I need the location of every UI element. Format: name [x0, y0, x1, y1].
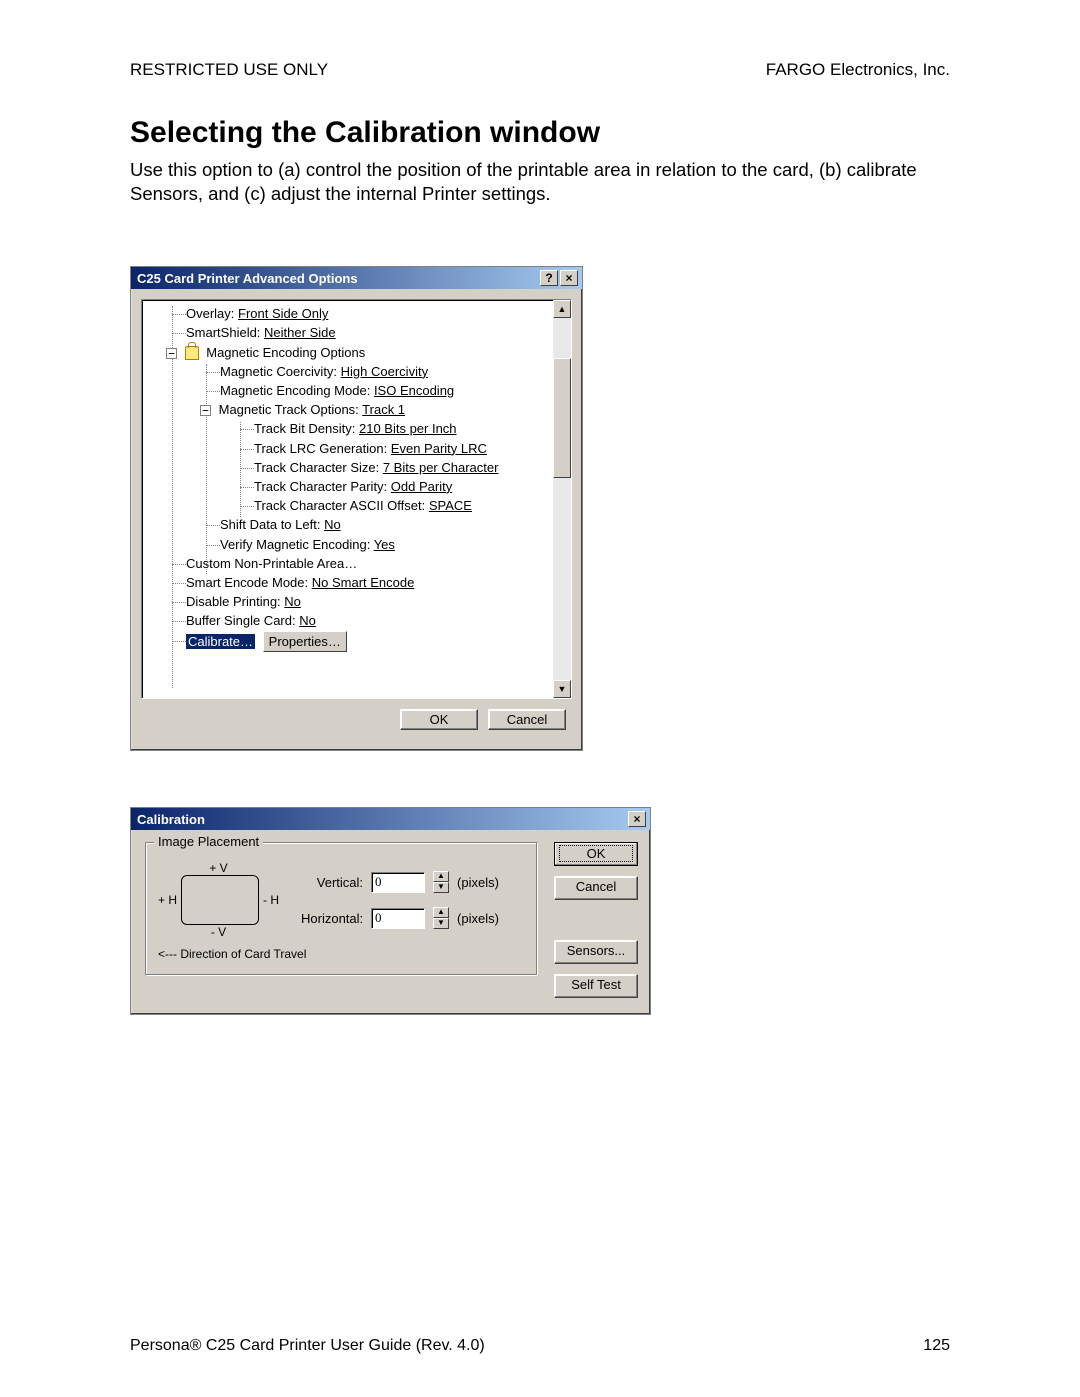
tree-item-smart-encode[interactable]: Smart Encode Mode: No Smart Encode — [142, 573, 553, 592]
horizontal-input[interactable]: 0 — [371, 908, 425, 929]
tree-item-track-options[interactable]: − Magnetic Track Options: Track 1 — [142, 400, 553, 419]
tree-scrollbar[interactable]: ▲ ▼ — [553, 300, 571, 698]
image-placement-group: Image Placement + V + H - H - V Vertic — [145, 842, 538, 976]
tree-item-char-size[interactable]: Track Character Size: 7 Bits per Charact… — [142, 458, 553, 477]
page-title: Selecting the Calibration window — [130, 116, 950, 150]
calibrate-selected[interactable]: Calibrate… — [186, 634, 255, 649]
spin-up-icon[interactable]: ▲ — [433, 871, 449, 882]
label-minus-h: - H — [263, 893, 279, 907]
scroll-down-icon[interactable]: ▼ — [553, 680, 571, 698]
label-horizontal: Horizontal: — [301, 911, 363, 926]
tree-item-magnetic-encoding[interactable]: − Magnetic Encoding Options — [142, 343, 553, 362]
tree-item-calibrate[interactable]: Calibrate… Properties… — [142, 631, 553, 652]
ok-button[interactable]: OK — [554, 842, 638, 866]
card-shape — [181, 875, 259, 925]
header-left: RESTRICTED USE ONLY — [130, 60, 328, 80]
spin-up-icon[interactable]: ▲ — [433, 907, 449, 918]
tree-item-smartshield[interactable]: SmartShield: Neither Side — [142, 323, 553, 342]
tree-item-custom-npa[interactable]: Custom Non-Printable Area… — [142, 554, 553, 573]
cancel-button[interactable]: Cancel — [554, 876, 638, 900]
footer-page-number: 125 — [923, 1337, 950, 1355]
tree-item-ascii-offset[interactable]: Track Character ASCII Offset: SPACE — [142, 496, 553, 515]
advanced-options-dialog: C25 Card Printer Advanced Options ? × Ov… — [130, 266, 583, 751]
scroll-up-icon[interactable]: ▲ — [553, 300, 571, 318]
spin-down-icon[interactable]: ▼ — [433, 918, 449, 929]
collapse-icon[interactable]: − — [200, 405, 211, 416]
selftest-button[interactable]: Self Test — [554, 974, 638, 998]
close-button[interactable]: × — [628, 811, 646, 827]
tree-item-shift-data[interactable]: Shift Data to Left: No — [142, 515, 553, 534]
cancel-button[interactable]: Cancel — [488, 709, 566, 730]
groupbox-legend: Image Placement — [154, 834, 263, 849]
tree-item-lrc[interactable]: Track LRC Generation: Even Parity LRC — [142, 439, 553, 458]
label-pixels: (pixels) — [457, 911, 499, 926]
tree-item-encoding-mode[interactable]: Magnetic Encoding Mode: ISO Encoding — [142, 381, 553, 400]
dialog1-title: C25 Card Printer Advanced Options — [137, 271, 540, 286]
direction-label: <--- Direction of Card Travel — [158, 947, 525, 961]
options-tree[interactable]: Overlay: Front Side Only SmartShield: Ne… — [142, 300, 553, 698]
spin-down-icon[interactable]: ▼ — [433, 882, 449, 893]
collapse-icon[interactable]: − — [166, 348, 177, 359]
label-pixels: (pixels) — [457, 875, 499, 890]
sensors-button[interactable]: Sensors... — [554, 940, 638, 964]
scroll-thumb[interactable] — [553, 358, 571, 478]
tree-item-buffer-card[interactable]: Buffer Single Card: No — [142, 611, 553, 630]
dialog2-title: Calibration — [137, 812, 628, 827]
lock-icon — [185, 346, 199, 360]
close-button[interactable]: × — [560, 270, 578, 286]
calibration-dialog: Calibration × Image Placement + V + H - … — [130, 807, 651, 1015]
ok-button[interactable]: OK — [400, 709, 478, 730]
properties-button[interactable]: Properties… — [263, 631, 347, 652]
footer-left: Persona® C25 Card Printer User Guide (Re… — [130, 1337, 485, 1355]
tree-item-overlay[interactable]: Overlay: Front Side Only — [142, 304, 553, 323]
header-right: FARGO Electronics, Inc. — [766, 60, 950, 80]
tree-item-char-parity[interactable]: Track Character Parity: Odd Parity — [142, 477, 553, 496]
label-vertical: Vertical: — [301, 875, 363, 890]
tree-item-disable-printing[interactable]: Disable Printing: No — [142, 592, 553, 611]
tree-item-coercivity[interactable]: Magnetic Coercivity: High Coercivity — [142, 362, 553, 381]
tree-item-verify-encoding[interactable]: Verify Magnetic Encoding: Yes — [142, 535, 553, 554]
vertical-input[interactable]: 0 — [371, 872, 425, 893]
label-plus-h: + H — [158, 893, 177, 907]
intro-paragraph: Use this option to (a) control the posit… — [130, 158, 950, 206]
help-button[interactable]: ? — [540, 270, 558, 286]
label-minus-v: - V — [158, 925, 279, 939]
tree-item-bit-density[interactable]: Track Bit Density: 210 Bits per Inch — [142, 419, 553, 438]
label-plus-v: + V — [158, 861, 279, 875]
